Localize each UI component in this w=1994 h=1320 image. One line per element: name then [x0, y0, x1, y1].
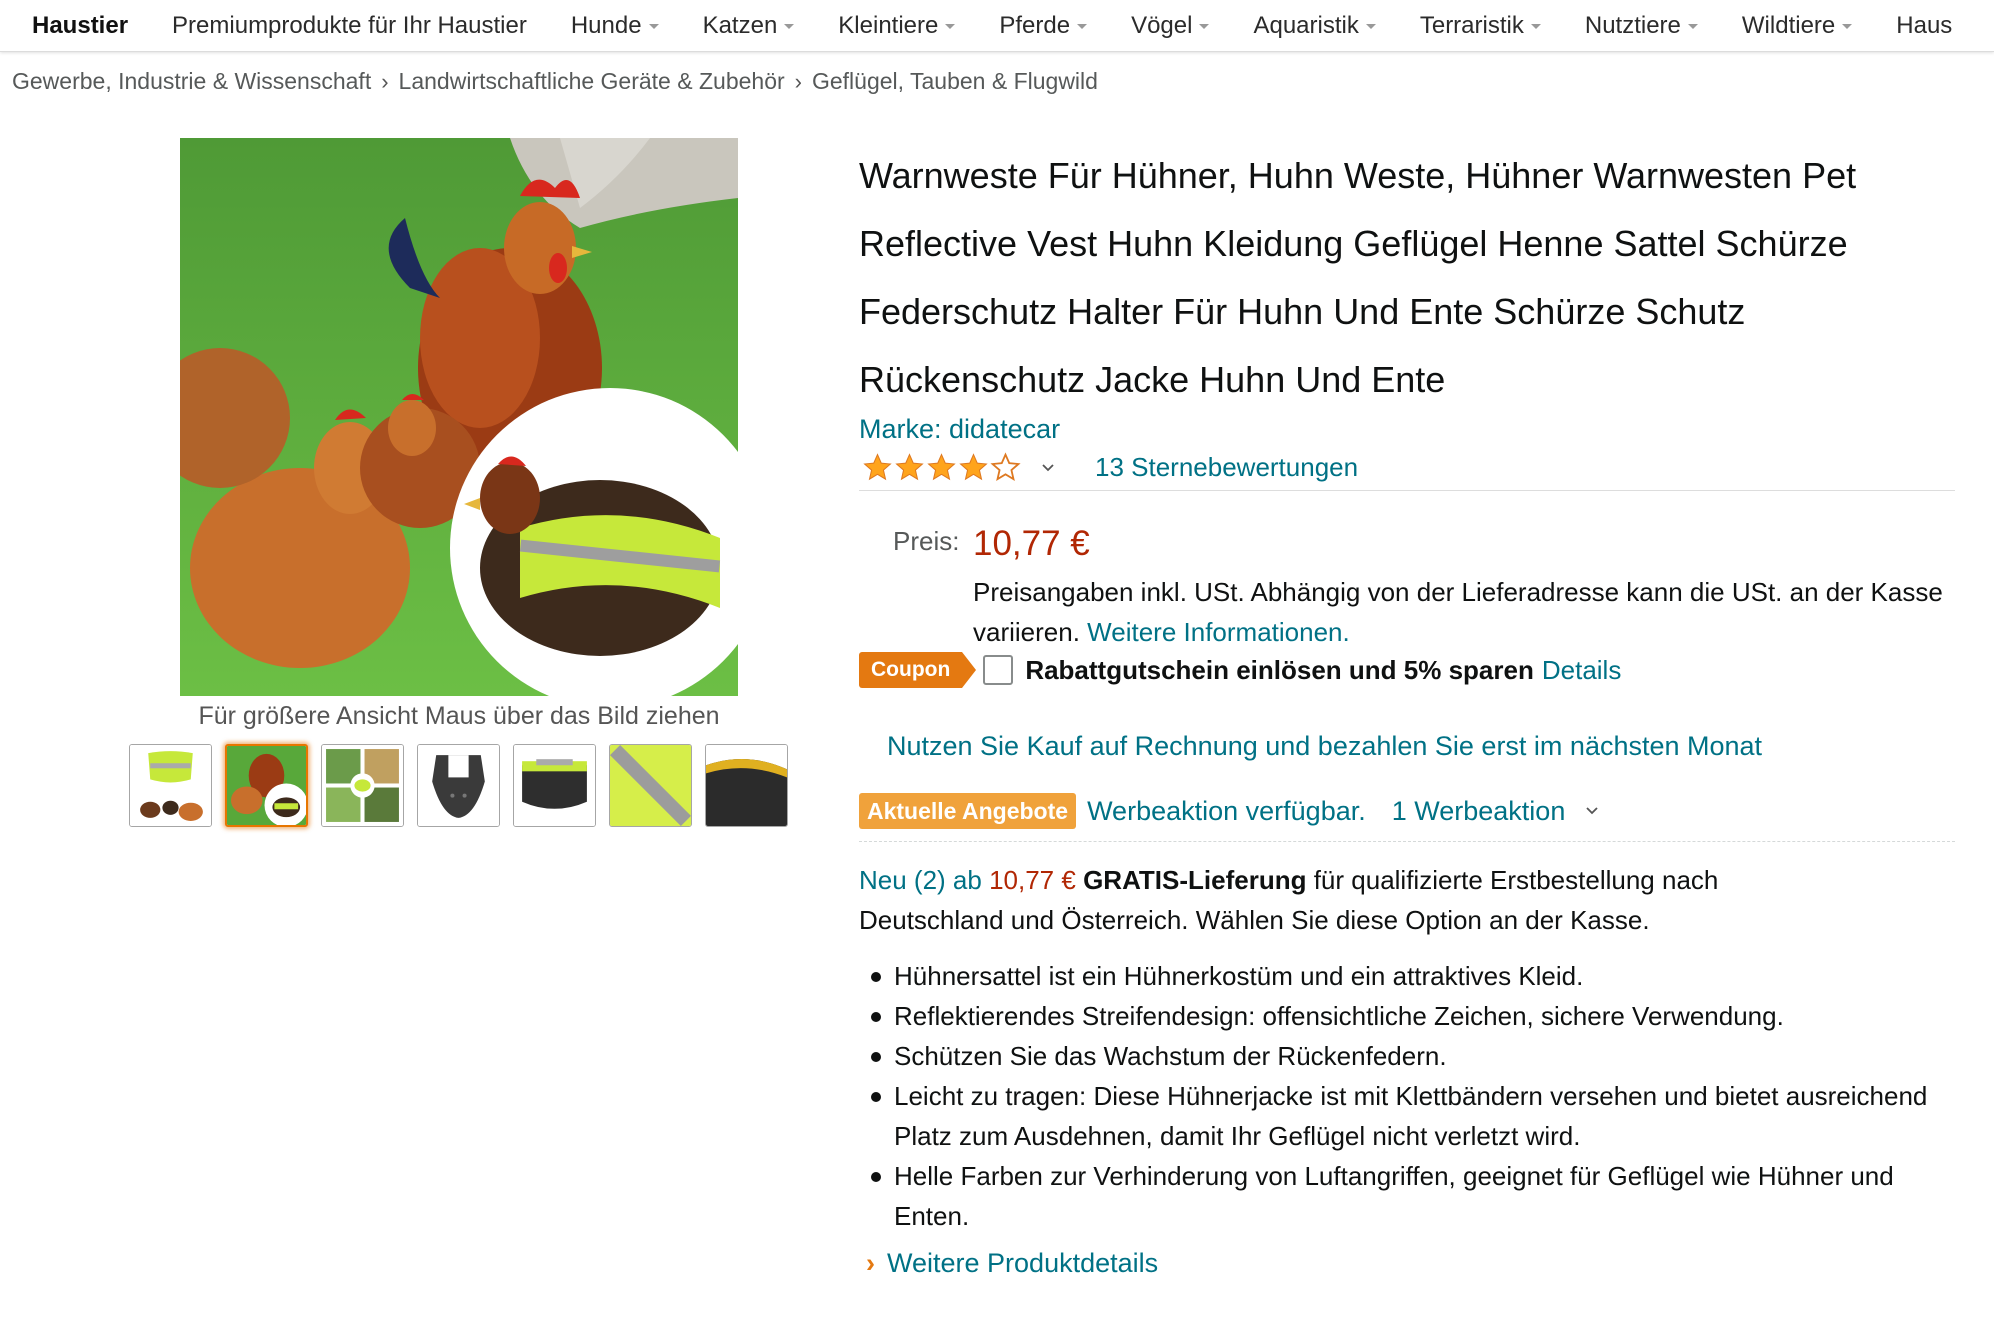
caret-down-icon	[1365, 24, 1376, 29]
star-full-icon	[959, 453, 988, 481]
thumbnail-vest-collage	[130, 745, 211, 826]
caret-down-icon	[1077, 24, 1088, 29]
ratings-count-link[interactable]: 13 Sternebewertungen	[1095, 452, 1358, 483]
offer-block: Neu (2) ab 10,77 € GRATIS-Lieferung für …	[859, 860, 1859, 940]
chevron-down-icon[interactable]	[1041, 461, 1055, 475]
nav-item-aquaristik[interactable]: Aquaristik	[1231, 0, 1397, 51]
rating-row: 13 Sternebewertungen	[862, 452, 1358, 483]
price-label: Preis:	[893, 526, 960, 556]
thumbnail-active[interactable]	[225, 744, 308, 827]
more-details-label: Weitere Produktdetails	[887, 1248, 1159, 1278]
zoom-hint: Für größere Ansicht Maus über das Bild z…	[198, 702, 720, 730]
nav-item-label: Haus	[1896, 11, 1953, 39]
nav-item-label: Aquaristik	[1253, 11, 1359, 39]
caret-down-icon	[1687, 24, 1698, 29]
star-full-icon	[863, 453, 892, 481]
thumbnail[interactable]	[129, 744, 212, 827]
star-rating[interactable]	[862, 452, 1021, 483]
coupon-details-link[interactable]: Details	[1542, 655, 1621, 686]
caret-down-icon	[1530, 24, 1541, 29]
nav-item-label: Nutztiere	[1584, 11, 1681, 39]
thumbnail-vest-detail	[706, 745, 787, 826]
caret-down-icon	[784, 24, 795, 29]
product-photo-chickens	[180, 138, 738, 696]
nav-item-katzen[interactable]: Katzen	[681, 0, 817, 51]
thumbnail[interactable]	[417, 744, 500, 827]
more-info-link[interactable]: Weitere Informationen.	[1087, 617, 1350, 647]
nav-item-pferde[interactable]: Pferde	[977, 0, 1109, 51]
deals-count-link[interactable]: 1 Werbeaktion	[1392, 796, 1566, 827]
nav-item-terraristik[interactable]: Terraristik	[1398, 0, 1563, 51]
nav-item-hunde[interactable]: Hunde	[549, 0, 681, 51]
nav-item-label: Katzen	[702, 11, 778, 39]
list-item: Hühnersattel ist ein Hühnerkostüm und ei…	[868, 956, 1964, 996]
breadcrumb-item[interactable]: Geflügel, Tauben & Flugwild	[812, 68, 1098, 94]
category-nav: Haustier Premiumprodukte für Ihr Haustie…	[0, 0, 1994, 52]
thumbnail[interactable]	[321, 744, 404, 827]
thumbnail-reflective-strip	[610, 745, 691, 826]
product-title: Warnweste Für Hühner, Huhn Weste, Hühner…	[859, 155, 1857, 400]
coupon-row: Coupon Rabattgutschein einlösen und 5% s…	[859, 652, 1621, 688]
more-product-details-link[interactable]: › Weitere Produktdetails	[866, 1248, 1158, 1279]
nav-item-nutztiere[interactable]: Nutztiere	[1563, 0, 1720, 51]
coupon-text: Rabattgutschein einlösen und 5% sparen	[1025, 654, 1534, 685]
nav-item-label: Premiumprodukte für Ihr Haustier	[172, 11, 527, 39]
caret-down-icon	[648, 24, 659, 29]
star-empty-icon	[990, 452, 1021, 481]
list-item: Leicht zu tragen: Diese Hühnerjacke ist …	[868, 1076, 1964, 1156]
free-shipping-label: GRATIS-Lieferung	[1083, 865, 1307, 895]
thumbnail-black-vest	[418, 745, 499, 826]
breadcrumb-item[interactable]: Landwirtschaftliche Geräte & Zubehör	[399, 68, 785, 94]
star-full-icon	[927, 453, 956, 481]
new-offers-link[interactable]: Neu (2) ab	[859, 865, 982, 895]
deals-badge: Aktuelle Angebote	[859, 793, 1077, 829]
chevron-down-icon[interactable]	[1585, 804, 1599, 818]
coupon-badge: Coupon	[859, 652, 977, 688]
nav-item-label: Vögel	[1131, 11, 1193, 39]
nav-item-voegel[interactable]: Vögel	[1109, 0, 1231, 51]
nav-item-kleintiere[interactable]: Kleintiere	[816, 0, 977, 51]
thumbnail-strip	[129, 744, 788, 827]
price-value: 10,77 €	[973, 524, 1090, 563]
nav-item-wildtiere[interactable]: Wildtiere	[1720, 0, 1874, 51]
vat-note: Preisangaben inkl. USt. Abhängig von der…	[973, 572, 1953, 652]
brand-link[interactable]: Marke: didatecar	[859, 414, 1060, 445]
offer-price: 10,77 €	[989, 865, 1076, 895]
nav-item-label: Pferde	[999, 11, 1071, 39]
coupon-checkbox[interactable]	[983, 655, 1014, 685]
nav-item-label: Hunde	[570, 11, 642, 39]
thumbnail-chickens-vest	[227, 746, 306, 825]
invoice-payment-link[interactable]: Nutzen Sie Kauf auf Rechnung und bezahle…	[887, 731, 1762, 762]
breadcrumb-separator: ›	[381, 69, 389, 94]
nav-item-premium[interactable]: Premiumprodukte für Ihr Haustier	[150, 0, 549, 51]
list-item: Reflektierendes Streifendesign: offensic…	[868, 996, 1964, 1036]
nav-item-label: Terraristik	[1419, 11, 1524, 39]
breadcrumb: Gewerbe, Industrie & Wissenschaft › Landwi…	[12, 68, 1098, 95]
breadcrumb-separator: ›	[794, 69, 802, 94]
thumbnail-vest-yellow-trim	[514, 745, 595, 826]
caret-down-icon	[1842, 24, 1853, 29]
thumbnail[interactable]	[513, 744, 596, 827]
deals-text: Werbeaktion verfügbar.	[1087, 795, 1366, 826]
list-item: Schützen Sie das Wachstum der Rückenfede…	[868, 1036, 1964, 1076]
star-full-icon	[895, 453, 924, 481]
chevron-right-icon: ›	[866, 1248, 875, 1278]
thumbnail-features	[322, 745, 403, 826]
caret-down-icon	[1199, 24, 1210, 29]
divider	[859, 841, 1955, 842]
breadcrumb-item[interactable]: Gewerbe, Industrie & Wissenschaft	[12, 68, 371, 94]
divider	[859, 490, 1955, 491]
nav-item-haus[interactable]: Haus	[1874, 0, 1974, 51]
list-item: Helle Farben zur Verhinderung von Luftan…	[868, 1156, 1964, 1236]
feature-bullets: Hühnersattel ist ein Hühnerkostüm und ei…	[868, 956, 1964, 1236]
nav-item-haustier[interactable]: Haustier	[0, 0, 150, 51]
thumbnail[interactable]	[609, 744, 692, 827]
thumbnail[interactable]	[705, 744, 788, 827]
deals-row: Aktuelle Angebote Werbeaktion verfügbar.…	[859, 793, 1599, 829]
caret-down-icon	[945, 24, 956, 29]
nav-item-label: Kleintiere	[838, 11, 939, 39]
nav-item-label: Wildtiere	[1741, 11, 1836, 39]
main-product-image[interactable]	[180, 138, 738, 696]
